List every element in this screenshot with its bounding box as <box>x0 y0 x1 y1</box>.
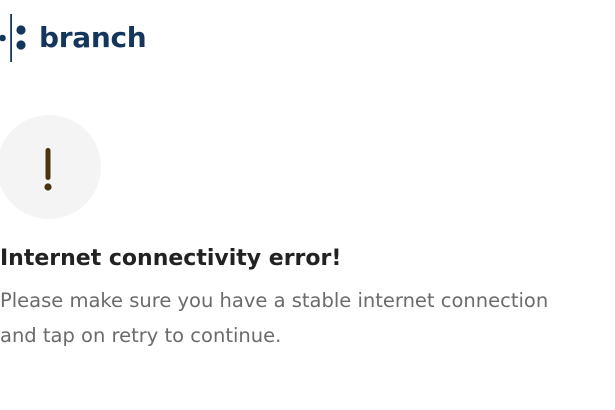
error-message: Please make sure you have a stable inter… <box>0 283 615 353</box>
exclamation-icon <box>44 148 52 191</box>
brand-name: branch <box>39 21 147 54</box>
error-message-line-1: Please make sure you have a stable inter… <box>0 289 549 312</box>
branch-logo-icon <box>0 14 26 62</box>
brand-header: branch <box>0 14 200 62</box>
error-title: Internet connectivity error! <box>0 246 342 271</box>
alert-circle <box>0 115 101 219</box>
error-message-line-2: and tap on retry to continue. <box>0 324 282 347</box>
